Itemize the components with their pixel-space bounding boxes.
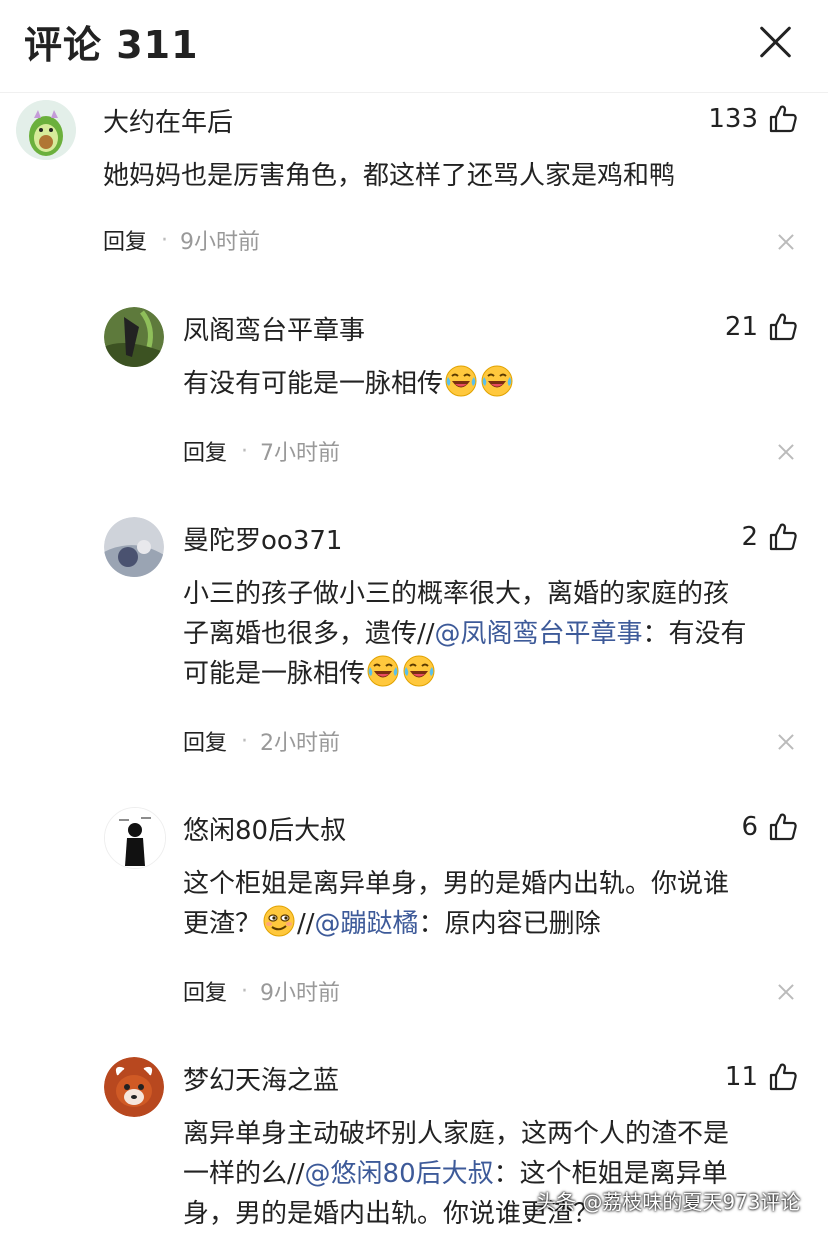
like-button[interactable]: 11 bbox=[725, 1062, 798, 1092]
comment-text-part: 离异单身主动破坏别人家庭，这两个人的渣不是 bbox=[183, 1119, 730, 1149]
dismiss-icon[interactable] bbox=[778, 984, 794, 1000]
timestamp: 9小时前 bbox=[260, 981, 341, 1006]
timestamp: 7小时前 bbox=[260, 441, 341, 466]
user-mention-link[interactable]: @凤阁鸾台平章事 bbox=[435, 619, 643, 649]
like-count: 6 bbox=[741, 812, 758, 842]
timestamp: 2小时前 bbox=[260, 731, 341, 756]
comments-title: 评论 311 bbox=[24, 23, 199, 67]
comment-author[interactable]: 梦幻天海之蓝 bbox=[183, 1060, 339, 1097]
dismiss-icon[interactable] bbox=[778, 734, 794, 750]
smirk-emoji bbox=[262, 904, 296, 938]
like-count: 2 bbox=[741, 522, 758, 552]
reply-button[interactable]: 回复 bbox=[183, 725, 227, 757]
dismiss-icon[interactable] bbox=[778, 234, 794, 250]
comment-text: 小三的孩子做小三的概率很大，离婚的家庭的孩 子离婚也很多，遗传//@凤阁鸾台平章… bbox=[183, 574, 803, 694]
comment-meta: 回复 · 9小时前 bbox=[183, 975, 340, 1007]
comment-text-part: 小三的孩子做小三的概率很大，离婚的家庭的孩 bbox=[183, 579, 730, 609]
user-mention-link[interactable]: @蹦跶橘 bbox=[315, 909, 419, 939]
separator-dot: · bbox=[161, 227, 169, 253]
avatar[interactable] bbox=[104, 807, 166, 869]
avatar[interactable] bbox=[16, 100, 76, 160]
comment-author[interactable]: 大约在年后 bbox=[103, 102, 233, 139]
comment-text-line: 子离婚也很多，遗传//@凤阁鸾台平章事：有没有 bbox=[183, 614, 803, 654]
watermark: 头条 @荔枝味的夏天973评论 bbox=[536, 1190, 801, 1214]
comment-text: 这个柜姐是离异单身，男的是婚内出轨。你说谁 更渣？ //@蹦跶橘：原内容已删除 bbox=[183, 864, 803, 944]
comment-author[interactable]: 凤阁鸾台平章事 bbox=[183, 310, 365, 347]
like-count: 133 bbox=[708, 104, 758, 134]
reply-button[interactable]: 回复 bbox=[183, 435, 227, 467]
laugh-cry-emoji bbox=[444, 364, 478, 398]
avatar[interactable] bbox=[104, 517, 164, 577]
comment-text-part: 一样的么// bbox=[183, 1159, 305, 1189]
like-button[interactable]: 21 bbox=[725, 312, 798, 342]
comment-text-part: 有没有可能是一脉相传 bbox=[183, 369, 444, 399]
comment-text-line: 这个柜姐是离异单身，男的是婚内出轨。你说谁 bbox=[183, 864, 803, 904]
comment-text-part: 她妈妈也是厉害角色，都这样了还骂人家是鸡和鸭 bbox=[103, 161, 676, 191]
comment-author[interactable]: 曼陀罗oo371 bbox=[183, 520, 342, 557]
thumbs-up-icon bbox=[768, 312, 798, 342]
thumbs-up-icon bbox=[768, 1062, 798, 1092]
timestamp: 9小时前 bbox=[180, 230, 261, 255]
comment-text-line: 更渣？ //@蹦跶橘：原内容已删除 bbox=[183, 904, 803, 944]
comment-text-part: ：原内容已删除 bbox=[418, 909, 601, 939]
user-mention-link[interactable]: @悠闲80后大叔 bbox=[305, 1159, 494, 1189]
separator-dot: · bbox=[241, 438, 249, 464]
comment-text-line: 小三的孩子做小三的概率很大，离婚的家庭的孩 bbox=[183, 574, 803, 614]
dismiss-icon[interactable] bbox=[778, 444, 794, 460]
comment-author[interactable]: 悠闲80后大叔 bbox=[183, 810, 346, 847]
thumbs-up-icon bbox=[768, 104, 798, 134]
like-button[interactable]: 6 bbox=[741, 812, 798, 842]
comment-text: 有没有可能是一脉相传 bbox=[183, 364, 803, 404]
comment-text-part: 子离婚也很多，遗传// bbox=[183, 619, 435, 649]
comment-text-line: 可能是一脉相传 bbox=[183, 654, 803, 694]
comment-meta: 回复 · 7小时前 bbox=[183, 435, 340, 467]
reply-button[interactable]: 回复 bbox=[183, 975, 227, 1007]
like-count: 21 bbox=[724, 312, 758, 342]
laugh-cry-emoji bbox=[480, 364, 514, 398]
comment-meta: 回复 · 9小时前 bbox=[103, 224, 260, 256]
comment-text: 离异单身主动破坏别人家庭，这两个人的渣不是 一样的么//@悠闲80后大叔：这个柜… bbox=[183, 1114, 803, 1234]
comment-meta: 回复 · 2小时前 bbox=[183, 725, 340, 757]
reply-button[interactable]: 回复 bbox=[103, 224, 147, 256]
laugh-cry-emoji bbox=[402, 654, 436, 688]
thumbs-up-icon bbox=[768, 522, 798, 552]
avatar[interactable] bbox=[104, 1057, 164, 1117]
comment-text-part: 更渣？ bbox=[183, 909, 262, 939]
like-button[interactable]: 2 bbox=[741, 522, 798, 552]
comment-text-part: 这个柜姐是离异单身，男的是婚内出轨。你说谁 bbox=[183, 869, 730, 899]
comments-header: 评论 311 bbox=[0, 0, 828, 93]
like-button[interactable]: 133 bbox=[708, 104, 798, 134]
separator-dot: · bbox=[241, 978, 249, 1004]
close-icon[interactable] bbox=[755, 22, 795, 62]
like-count: 11 bbox=[724, 1062, 758, 1092]
comment-text-part: ：这个柜姐是离异单 bbox=[493, 1159, 728, 1189]
avatar[interactable] bbox=[104, 307, 164, 367]
comment-text-part: ：有没有 bbox=[642, 619, 747, 649]
comment-text-line: 离异单身主动破坏别人家庭，这两个人的渣不是 bbox=[183, 1114, 803, 1154]
thumbs-up-icon bbox=[768, 812, 798, 842]
comment-text-part: 可能是一脉相传 bbox=[183, 659, 366, 689]
comment-text-part: // bbox=[297, 909, 315, 939]
separator-dot: · bbox=[241, 728, 249, 754]
laugh-cry-emoji bbox=[366, 654, 400, 688]
comment-text: 她妈妈也是厉害角色，都这样了还骂人家是鸡和鸭 bbox=[103, 156, 803, 196]
